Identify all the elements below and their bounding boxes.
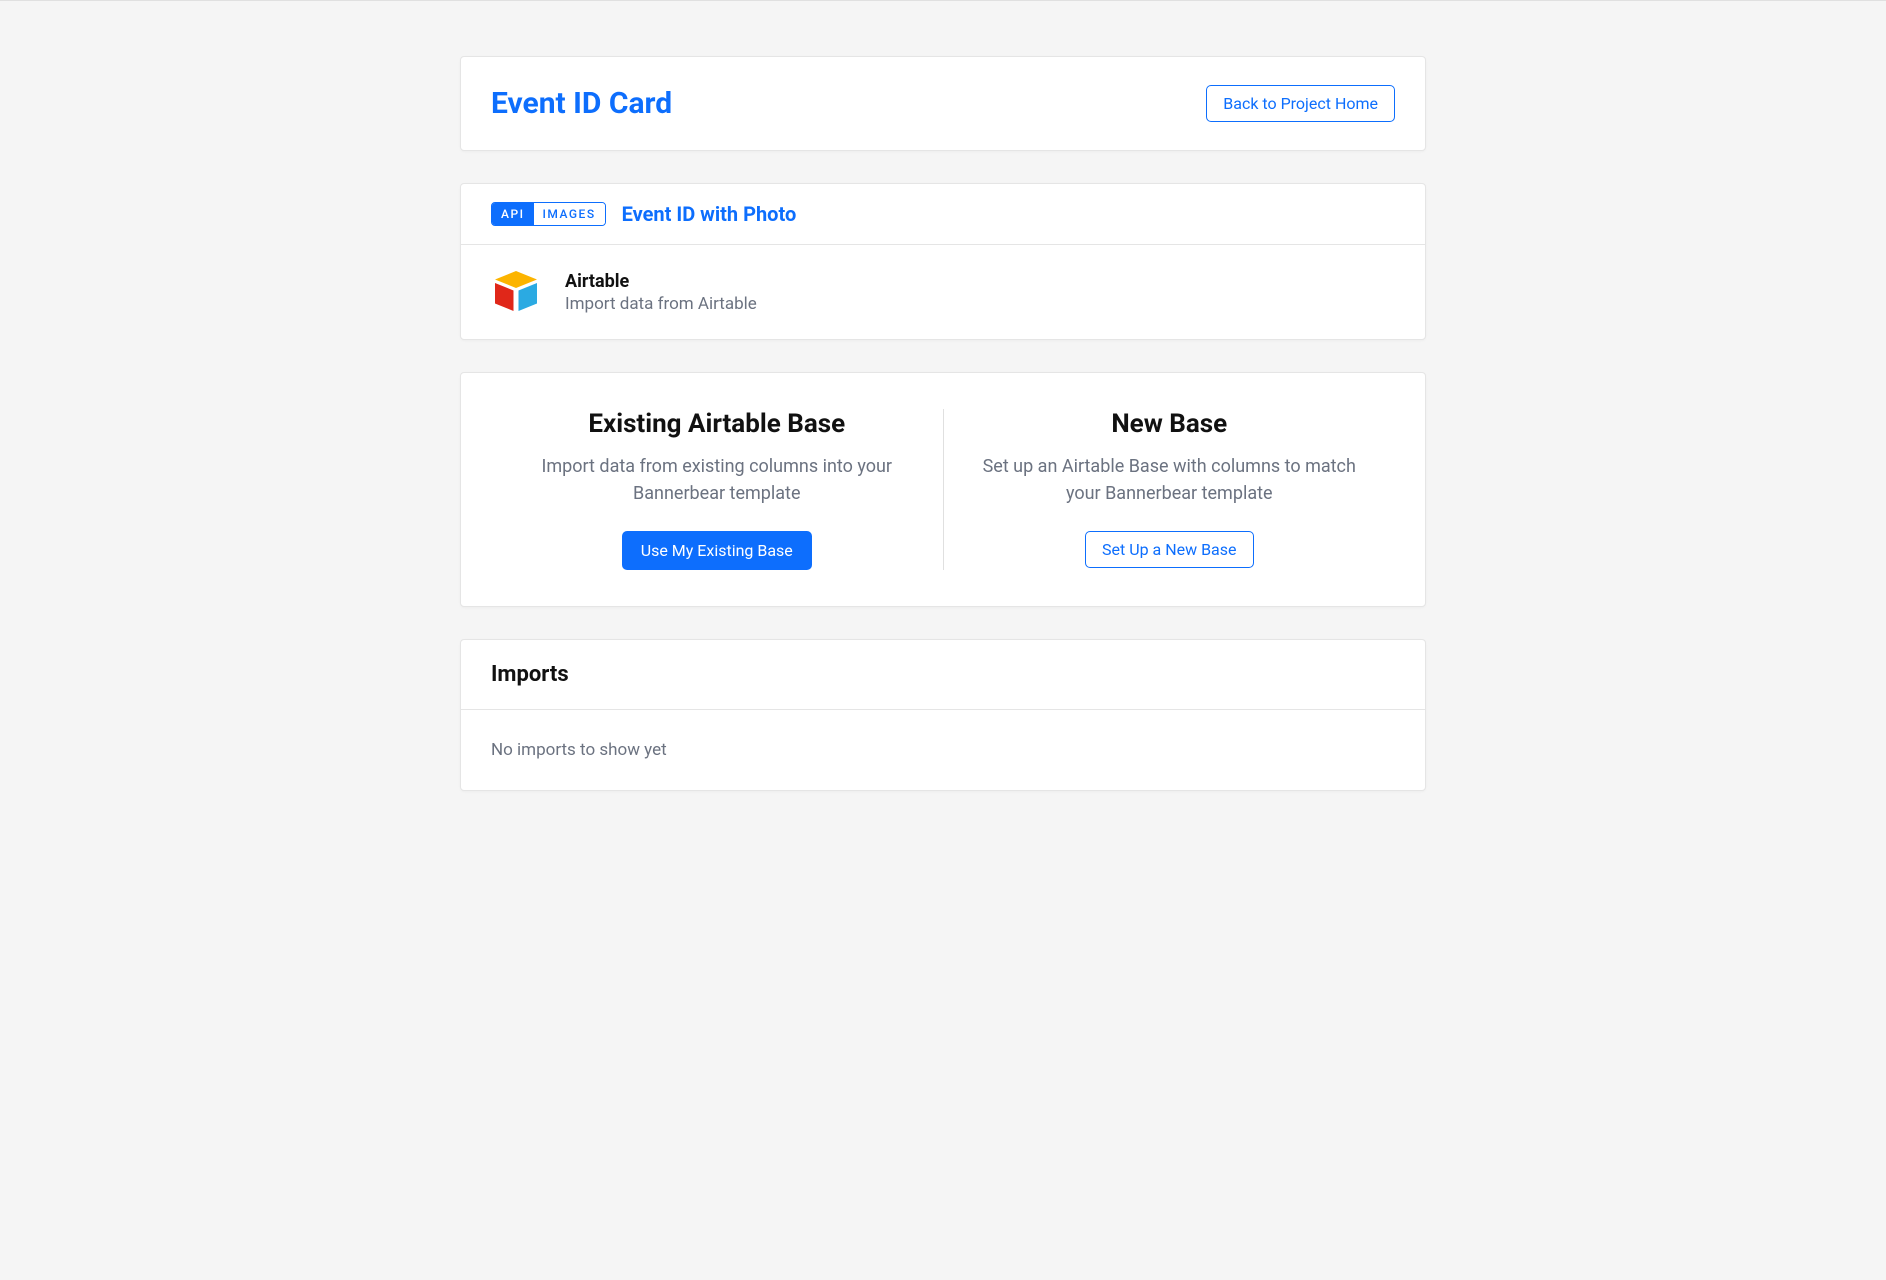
page-title: Event ID Card [491, 86, 672, 121]
integration-card: API IMAGES Event ID with Photo Airtable … [460, 183, 1426, 340]
airtable-icon [491, 267, 541, 317]
base-options-card: Existing Airtable Base Import data from … [460, 372, 1426, 607]
integration-name: Airtable [565, 271, 757, 292]
existing-base-desc: Import data from existing columns into y… [529, 453, 905, 507]
imports-header: Imports [461, 640, 1425, 710]
page-container: Event ID Card Back to Project Home API I… [460, 1, 1426, 791]
template-header: API IMAGES Event ID with Photo [461, 184, 1425, 245]
integration-desc: Import data from Airtable [565, 294, 757, 314]
pill-images: IMAGES [534, 203, 605, 225]
template-name: Event ID with Photo [622, 202, 797, 226]
header-card: Event ID Card Back to Project Home [460, 56, 1426, 151]
set-up-a-new-base-button[interactable]: Set Up a New Base [1085, 531, 1254, 568]
integration-row: Airtable Import data from Airtable [461, 245, 1425, 339]
new-base-option: New Base Set up an Airtable Base with co… [944, 409, 1396, 570]
imports-empty-state: No imports to show yet [491, 740, 1395, 760]
imports-card: Imports No imports to show yet [460, 639, 1426, 791]
new-base-title: New Base [982, 409, 1358, 439]
use-my-existing-base-button[interactable]: Use My Existing Base [622, 531, 812, 570]
pill-api: API [492, 203, 534, 225]
imports-heading: Imports [491, 662, 1395, 687]
imports-body: No imports to show yet [461, 710, 1425, 790]
existing-base-option: Existing Airtable Base Import data from … [491, 409, 943, 570]
api-images-pill-group: API IMAGES [491, 202, 606, 226]
back-to-project-home-button[interactable]: Back to Project Home [1206, 85, 1395, 122]
integration-text: Airtable Import data from Airtable [565, 271, 757, 314]
existing-base-title: Existing Airtable Base [529, 409, 905, 439]
new-base-desc: Set up an Airtable Base with columns to … [982, 453, 1358, 507]
